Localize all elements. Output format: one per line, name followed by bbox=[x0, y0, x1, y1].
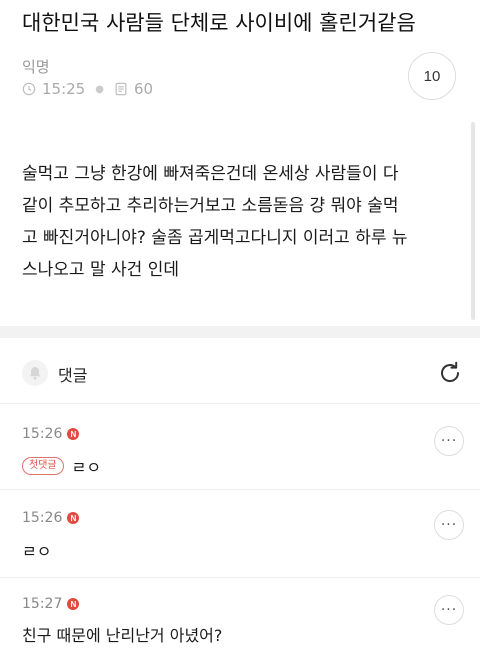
new-badge: N bbox=[67, 512, 80, 524]
comment-item: 15:27 N 친구 때문에 난리난거 아녔어? ··· bbox=[0, 578, 480, 664]
comment-time-row: 15:27 N bbox=[22, 596, 80, 612]
comment-item: 15:26 N ㄹㅇ ··· bbox=[0, 490, 480, 578]
comments-label: 댓글 bbox=[58, 366, 88, 385]
comment-text: 친구 때문에 난리난거 아녔어? bbox=[22, 626, 223, 645]
comment-time-row: 15:26 N bbox=[22, 426, 80, 442]
post-body-line: 고 빠진거아니야? 술좀 곱게먹고다니지 이러고 하루 뉴 bbox=[22, 228, 408, 248]
post-body: 술먹고 그냥 한강에 빠져죽은건데 온세상 사람들이 다 같이 추모하고 추리하… bbox=[22, 158, 472, 286]
new-badge: N bbox=[67, 428, 80, 440]
comment-time-row: 15:26 N bbox=[22, 510, 80, 526]
post-time: 15:25 bbox=[42, 80, 86, 98]
comment-text: ㄹㅇ bbox=[22, 542, 52, 561]
comment-time: 15:26 bbox=[22, 510, 63, 526]
post-author: 익명 bbox=[22, 58, 50, 76]
comments-header: 댓글 bbox=[0, 338, 480, 404]
more-options-button[interactable]: ··· bbox=[434, 595, 464, 625]
document-icon bbox=[115, 82, 127, 96]
comment-text-row: 친구 때문에 난리난거 아녔어? bbox=[22, 622, 222, 646]
comment-item: 15:26 N 첫댓글 ㄹㅇ ··· bbox=[0, 404, 480, 490]
post-meta: 15:25 ● 60 bbox=[22, 80, 153, 98]
first-comment-badge: 첫댓글 bbox=[22, 457, 64, 475]
post-views: 60 bbox=[133, 80, 154, 98]
comment-time: 15:26 bbox=[22, 426, 63, 442]
comment-text-row: ㄹㅇ bbox=[22, 538, 51, 562]
comment-count-button[interactable]: 10 bbox=[408, 52, 456, 100]
post-body-line: 스나오고 말 사건 인데 bbox=[22, 260, 179, 280]
post-body-line: 술먹고 그냥 한강에 빠져죽은건데 온세상 사람들이 다 bbox=[22, 164, 399, 184]
post-title: 대한민국 사람들 단체로 사이비에 홀린거같음 bbox=[22, 11, 416, 35]
more-options-button[interactable]: ··· bbox=[434, 510, 464, 540]
new-badge: N bbox=[67, 598, 80, 610]
refresh-icon[interactable] bbox=[437, 360, 463, 386]
comment-time: 15:27 bbox=[22, 596, 63, 612]
clock-icon bbox=[22, 82, 36, 96]
comment-text-row: 첫댓글 ㄹㅇ bbox=[22, 454, 101, 478]
more-options-button[interactable]: ··· bbox=[434, 426, 464, 456]
comment-text: ㄹㅇ bbox=[71, 458, 102, 477]
bell-icon[interactable] bbox=[22, 360, 48, 386]
post-body-line: 같이 추모하고 추리하는거보고 소름돋음 걍 뭐야 술먹 bbox=[22, 196, 399, 216]
meta-separator: ● bbox=[95, 83, 104, 95]
section-divider bbox=[0, 326, 480, 338]
